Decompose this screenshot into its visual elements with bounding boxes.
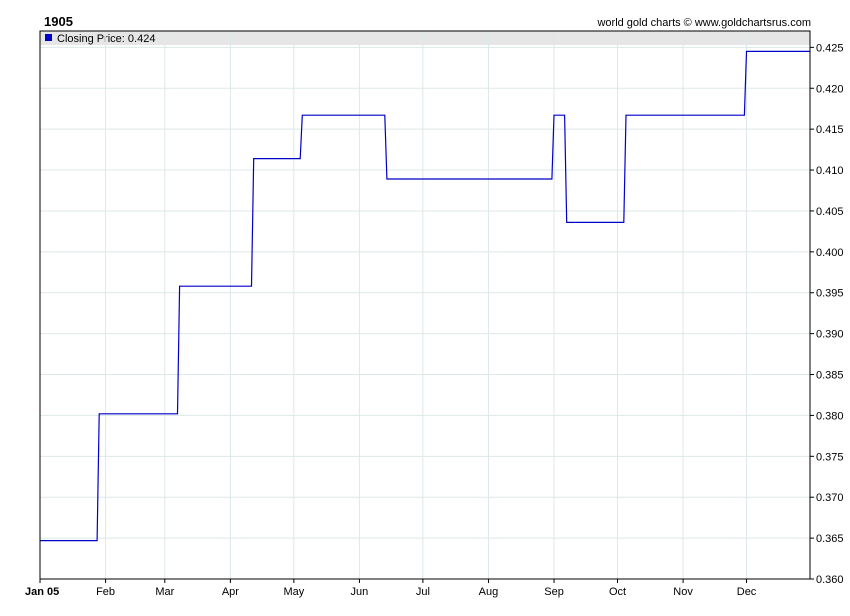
x-tick-label: Jul	[416, 586, 430, 598]
legend-label: Closing Price: 0.424	[57, 33, 155, 45]
axis-ticks	[39, 46, 814, 583]
credit-text: world gold charts © www.goldchartsrus.co…	[596, 17, 811, 29]
x-tick-label: Aug	[479, 586, 499, 598]
y-tick-label: 0.385	[816, 370, 844, 382]
legend-swatch	[45, 34, 52, 41]
x-tick-label: Dec	[737, 586, 757, 598]
y-axis-labels: 0.360 0.365 0.370 0.375 0.380 0.385 0.390 0.395…	[816, 42, 844, 586]
x-axis-labels: Jan 05 Feb Mar Apr May Jun Jul Aug Sep Oct Nov Dec	[25, 586, 757, 598]
grid	[40, 31, 810, 579]
x-tick-label: Mar	[155, 586, 174, 598]
x-tick-label: May	[283, 586, 304, 598]
x-tick-label: Jan 05	[25, 586, 59, 598]
y-tick-label: 0.410	[816, 165, 844, 177]
y-tick-label: 0.395	[816, 288, 844, 300]
chart-svg: 1905 world gold charts © www.goldchartsr…	[25, 14, 844, 598]
y-tick-label: 0.425	[816, 42, 844, 54]
x-tick-label: Jun	[351, 586, 369, 598]
y-tick-label: 0.415	[816, 124, 844, 136]
y-tick-label: 0.365	[816, 533, 844, 545]
x-tick-label: Nov	[673, 586, 693, 598]
series-line-closing-price	[40, 50, 810, 542]
x-tick-label: Apr	[222, 586, 239, 598]
y-tick-label: 0.370	[816, 492, 844, 504]
x-tick-label: Feb	[96, 586, 115, 598]
y-tick-label: 0.390	[816, 329, 844, 341]
y-tick-label: 0.405	[816, 206, 844, 218]
y-tick-label: 0.360	[816, 574, 844, 586]
y-tick-label: 0.375	[816, 451, 844, 463]
chart-title: 1905	[44, 14, 73, 29]
legend-band	[40, 31, 810, 45]
x-tick-label: Oct	[609, 586, 626, 598]
y-tick-label: 0.380	[816, 410, 844, 422]
y-tick-label: 0.420	[816, 83, 844, 95]
y-tick-label: 0.400	[816, 247, 844, 259]
x-tick-label: Sep	[544, 586, 564, 598]
series-group	[40, 50, 810, 542]
